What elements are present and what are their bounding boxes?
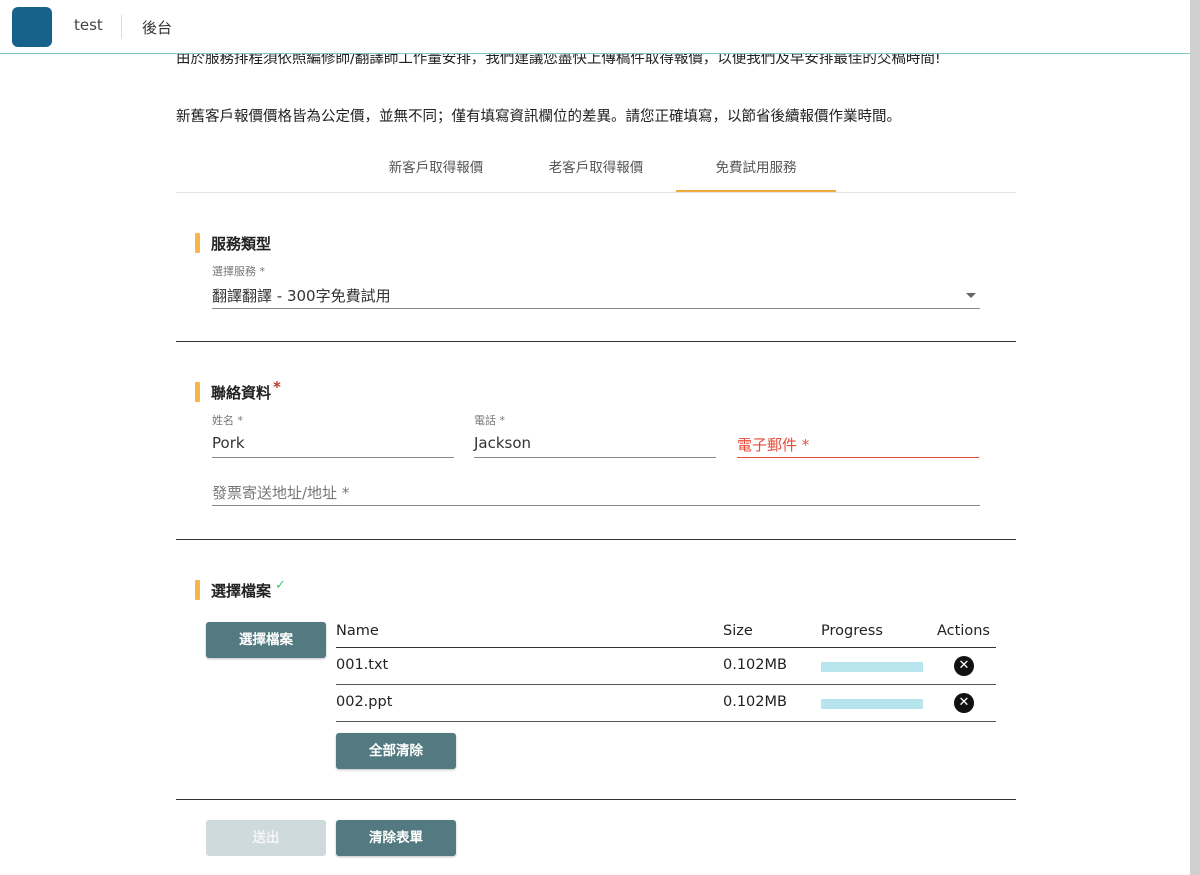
file-name: 001.txt — [336, 657, 389, 673]
file-size: 0.102MB — [723, 657, 787, 673]
section-divider — [176, 799, 1016, 800]
file-name: 002.ppt — [336, 694, 393, 710]
progress-fill — [821, 662, 923, 672]
file-table-header: Name Size Progress Actions — [336, 617, 996, 648]
choose-file-button[interactable]: 選擇檔案 — [206, 622, 326, 658]
upload-progress-bar — [821, 662, 923, 672]
table-row: 001.txt 0.102MB ✕ — [336, 648, 996, 685]
tab-new-customer[interactable]: 新客戶取得報價 — [356, 150, 516, 192]
required-asterisk-icon: * — [273, 378, 281, 396]
file-size: 0.102MB — [723, 694, 787, 710]
column-header-size: Size — [723, 623, 753, 639]
name-field[interactable]: Pork — [212, 432, 454, 458]
column-header-name: Name — [336, 623, 379, 639]
section-accent-bar — [195, 580, 200, 600]
name-field-value: Pork — [212, 434, 245, 452]
section-divider — [176, 539, 1016, 540]
files-section-title: 選擇檔案 ✓ — [195, 578, 286, 601]
files-title-text: 選擇檔案 — [211, 582, 272, 600]
navbar-divider — [121, 15, 122, 39]
nav-link-backend[interactable]: 後台 — [142, 17, 172, 38]
brand-name[interactable]: test — [74, 16, 103, 34]
clear-all-files-button[interactable]: 全部清除 — [336, 733, 456, 769]
address-field[interactable]: 發票寄送地址/地址 * — [212, 480, 980, 506]
checkmark-icon: ✓ — [275, 578, 286, 593]
phone-field[interactable]: Jackson — [474, 432, 716, 458]
chevron-down-icon[interactable] — [966, 293, 976, 298]
column-header-progress: Progress — [821, 623, 883, 639]
app-logo[interactable] — [12, 7, 52, 47]
address-field-placeholder: 發票寄送地址/地址 * — [212, 484, 350, 502]
contact-section-title: 聯絡資料 * — [195, 378, 281, 403]
reset-form-button[interactable]: 清除表單 — [336, 820, 456, 856]
progress-fill — [821, 699, 923, 709]
table-row: 002.ppt 0.102MB ✕ — [336, 685, 996, 722]
upload-progress-bar — [821, 699, 923, 709]
name-field-label: 姓名 * — [212, 414, 243, 427]
service-title-text: 服務類型 — [211, 235, 272, 253]
close-circle-icon[interactable]: ✕ — [954, 656, 974, 676]
contact-title-text: 聯絡資料 — [211, 384, 272, 402]
email-field-placeholder: 電子郵件 * — [737, 436, 810, 454]
service-select-value: 翻譯翻譯 - 300字免費試用 — [212, 287, 391, 305]
phone-field-value: Jackson — [474, 434, 532, 452]
column-header-actions: Actions — [937, 623, 990, 639]
service-select[interactable]: 翻譯翻譯 - 300字免費試用 — [212, 283, 980, 309]
section-accent-bar — [195, 382, 200, 402]
phone-field-label: 電話 * — [474, 414, 505, 427]
window-scroll-edge — [1190, 0, 1200, 875]
top-navbar: test 後台 — [0, 0, 1190, 54]
close-circle-icon[interactable]: ✕ — [954, 693, 974, 713]
tab-free-trial[interactable]: 免費試用服務 — [676, 150, 836, 192]
email-field[interactable]: 電子郵件 * — [737, 432, 979, 458]
section-divider — [176, 341, 1016, 342]
service-section-title: 服務類型 — [195, 233, 271, 254]
tab-returning-customer[interactable]: 老客戶取得報價 — [516, 150, 676, 192]
service-select-label: 選擇服務 * — [212, 265, 265, 278]
submit-button[interactable]: 送出 — [206, 820, 326, 856]
file-table: Name Size Progress Actions 001.txt 0.102… — [336, 617, 996, 722]
pricing-notice: 新舊客戶報價價格皆為公定價，並無不同；僅有填寫資訊欄位的差異。請您正確填寫，以節… — [176, 109, 901, 125]
section-accent-bar — [195, 233, 200, 253]
quote-tabs: 新客戶取得報價 老客戶取得報價 免費試用服務 — [176, 150, 1016, 193]
